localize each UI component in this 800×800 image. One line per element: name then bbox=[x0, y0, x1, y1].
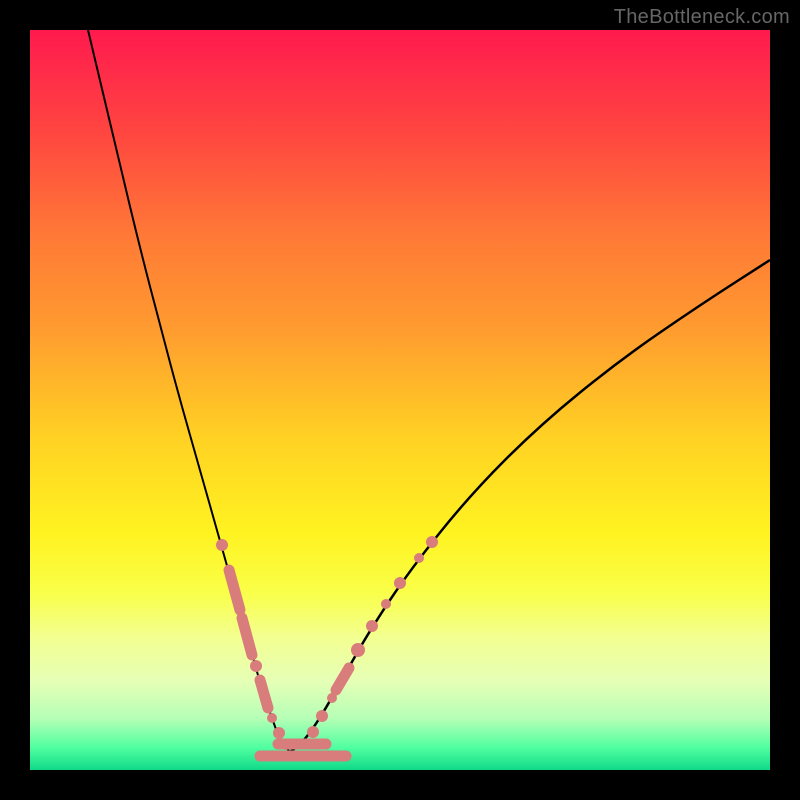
right-dot-2 bbox=[316, 710, 328, 722]
plot-background bbox=[30, 30, 770, 770]
right-dot-4 bbox=[351, 643, 365, 657]
left-dot-4 bbox=[273, 727, 285, 739]
chart-stage: TheBottleneck.com bbox=[0, 0, 800, 800]
right-dot-7 bbox=[394, 577, 406, 589]
right-dot-6 bbox=[381, 599, 391, 609]
left-dot-1 bbox=[216, 539, 228, 551]
right-dot-9 bbox=[426, 536, 438, 548]
chart-svg bbox=[0, 0, 800, 800]
left-dot-5 bbox=[281, 740, 291, 750]
left-dot-3 bbox=[267, 713, 277, 723]
left-dash-3 bbox=[260, 680, 268, 708]
right-dot-8 bbox=[414, 553, 424, 563]
left-dot-2 bbox=[250, 660, 262, 672]
watermark-text: TheBottleneck.com bbox=[614, 6, 790, 29]
right-dot-1 bbox=[307, 726, 319, 738]
right-dot-5 bbox=[366, 620, 378, 632]
